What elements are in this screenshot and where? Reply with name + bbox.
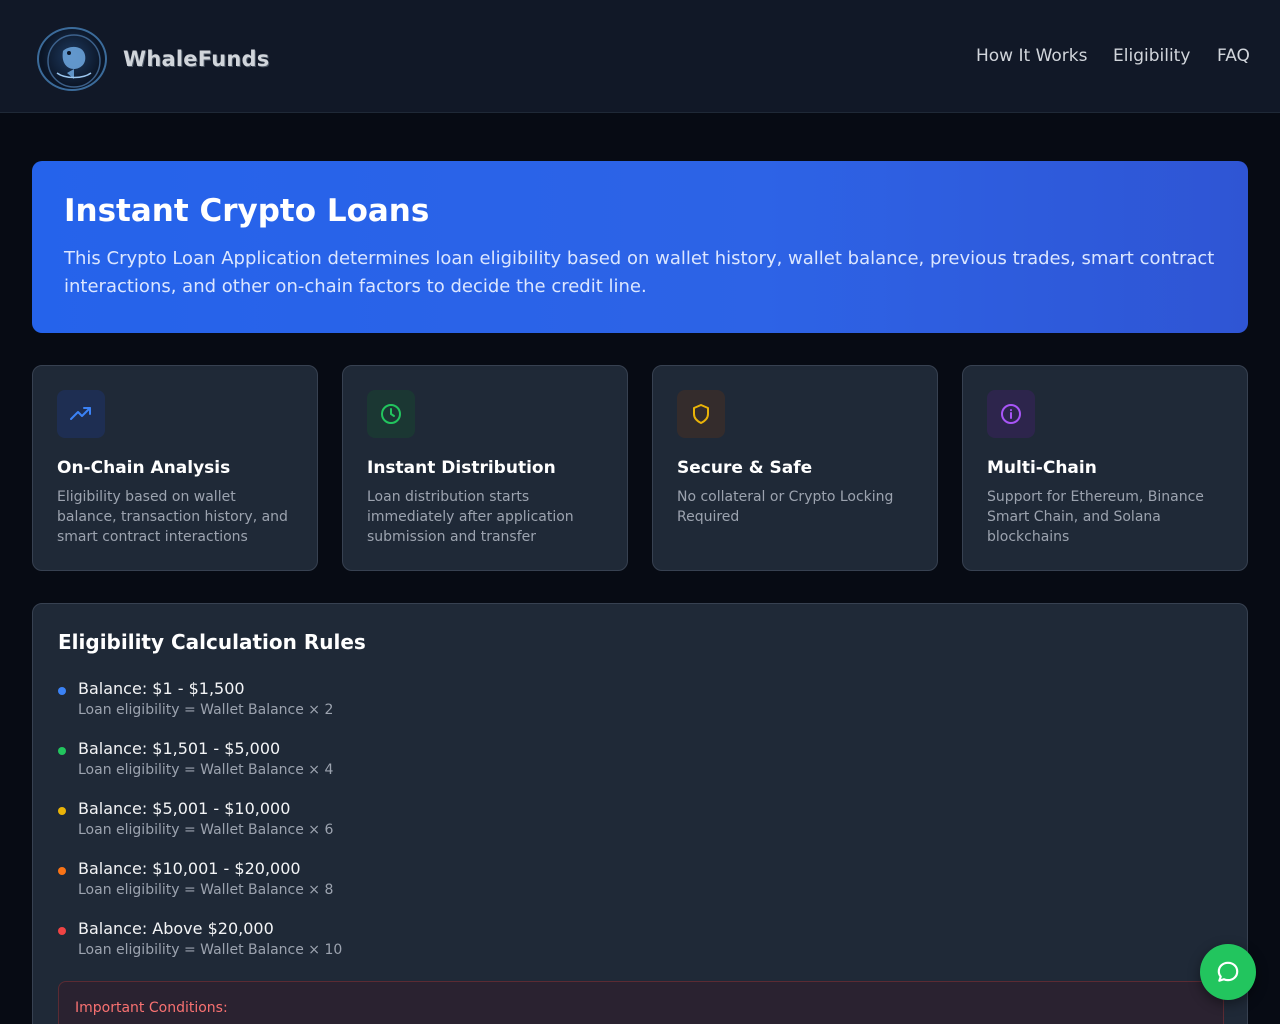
feature-text: Support for Ethereum, Binance Smart Chai…	[987, 489, 1204, 545]
bullet-dot	[58, 807, 66, 815]
eligibility-rules-panel: Eligibility Calculation Rules Balance: $…	[32, 603, 1248, 1024]
rule-formula: Loan eligibility = Wallet Balance × 10	[78, 942, 343, 958]
feature-text: Eligibility based on wallet balance, tra…	[57, 489, 288, 545]
site-header: WhaleFunds How It Works Eligibility FAQ	[0, 0, 1280, 113]
feature-title: Multi-Chain	[987, 458, 1097, 478]
hero-description: This Crypto Loan Application determines …	[64, 248, 1215, 297]
bullet-dot	[58, 747, 66, 755]
shield-icon	[677, 390, 725, 438]
feature-text: Loan distribution starts immediately aft…	[367, 489, 574, 545]
rule-formula: Loan eligibility = Wallet Balance × 2	[78, 702, 334, 718]
hero-title: Instant Crypto Loans	[64, 193, 430, 229]
bullet-dot	[58, 867, 66, 875]
feature-text: No collateral or Crypto Locking Required	[677, 489, 894, 525]
rules-title: Eligibility Calculation Rules	[58, 630, 366, 654]
feature-card-instant: Instant Distribution Loan distribution s…	[342, 365, 628, 571]
important-conditions-box: Important Conditions:	[58, 981, 1224, 1024]
rule-title: Balance: $5,001 - $10,000	[78, 799, 291, 818]
info-icon	[987, 390, 1035, 438]
rule-title: Balance: $1,501 - $5,000	[78, 739, 281, 758]
feature-card-secure: Secure & Safe No collateral or Crypto Lo…	[652, 365, 938, 571]
rule-formula: Loan eligibility = Wallet Balance × 6	[78, 822, 334, 838]
bullet-dot	[58, 687, 66, 695]
conditions-label: Important Conditions:	[75, 1000, 228, 1016]
rule-title: Balance: Above $20,000	[78, 919, 274, 938]
nav-how-it-works[interactable]: How It Works	[976, 46, 1087, 66]
rule-formula: Loan eligibility = Wallet Balance × 8	[78, 882, 334, 898]
hero-banner: Instant Crypto Loans This Crypto Loan Ap…	[32, 161, 1248, 333]
feature-title: On-Chain Analysis	[57, 458, 231, 478]
brand-name[interactable]: WhaleFunds	[123, 47, 269, 71]
nav-eligibility[interactable]: Eligibility	[1113, 46, 1190, 66]
feature-title: Secure & Safe	[677, 458, 813, 478]
feature-card-on-chain: On-Chain Analysis Eligibility based on w…	[32, 365, 318, 571]
clock-icon	[367, 390, 415, 438]
feature-title: Instant Distribution	[367, 458, 556, 478]
chat-button[interactable]	[1200, 944, 1256, 1000]
bullet-dot	[58, 927, 66, 935]
rule-title: Balance: $10,001 - $20,000	[78, 859, 301, 878]
whale-icon[interactable]	[37, 27, 107, 91]
chat-icon	[1217, 961, 1239, 982]
nav-faq[interactable]: FAQ	[1217, 46, 1250, 66]
rule-formula: Loan eligibility = Wallet Balance × 4	[78, 762, 334, 778]
trending-up-icon	[57, 390, 105, 438]
feature-card-multichain: Multi-Chain Support for Ethereum, Binanc…	[962, 365, 1248, 571]
rule-title: Balance: $1 - $1,500	[78, 679, 245, 698]
